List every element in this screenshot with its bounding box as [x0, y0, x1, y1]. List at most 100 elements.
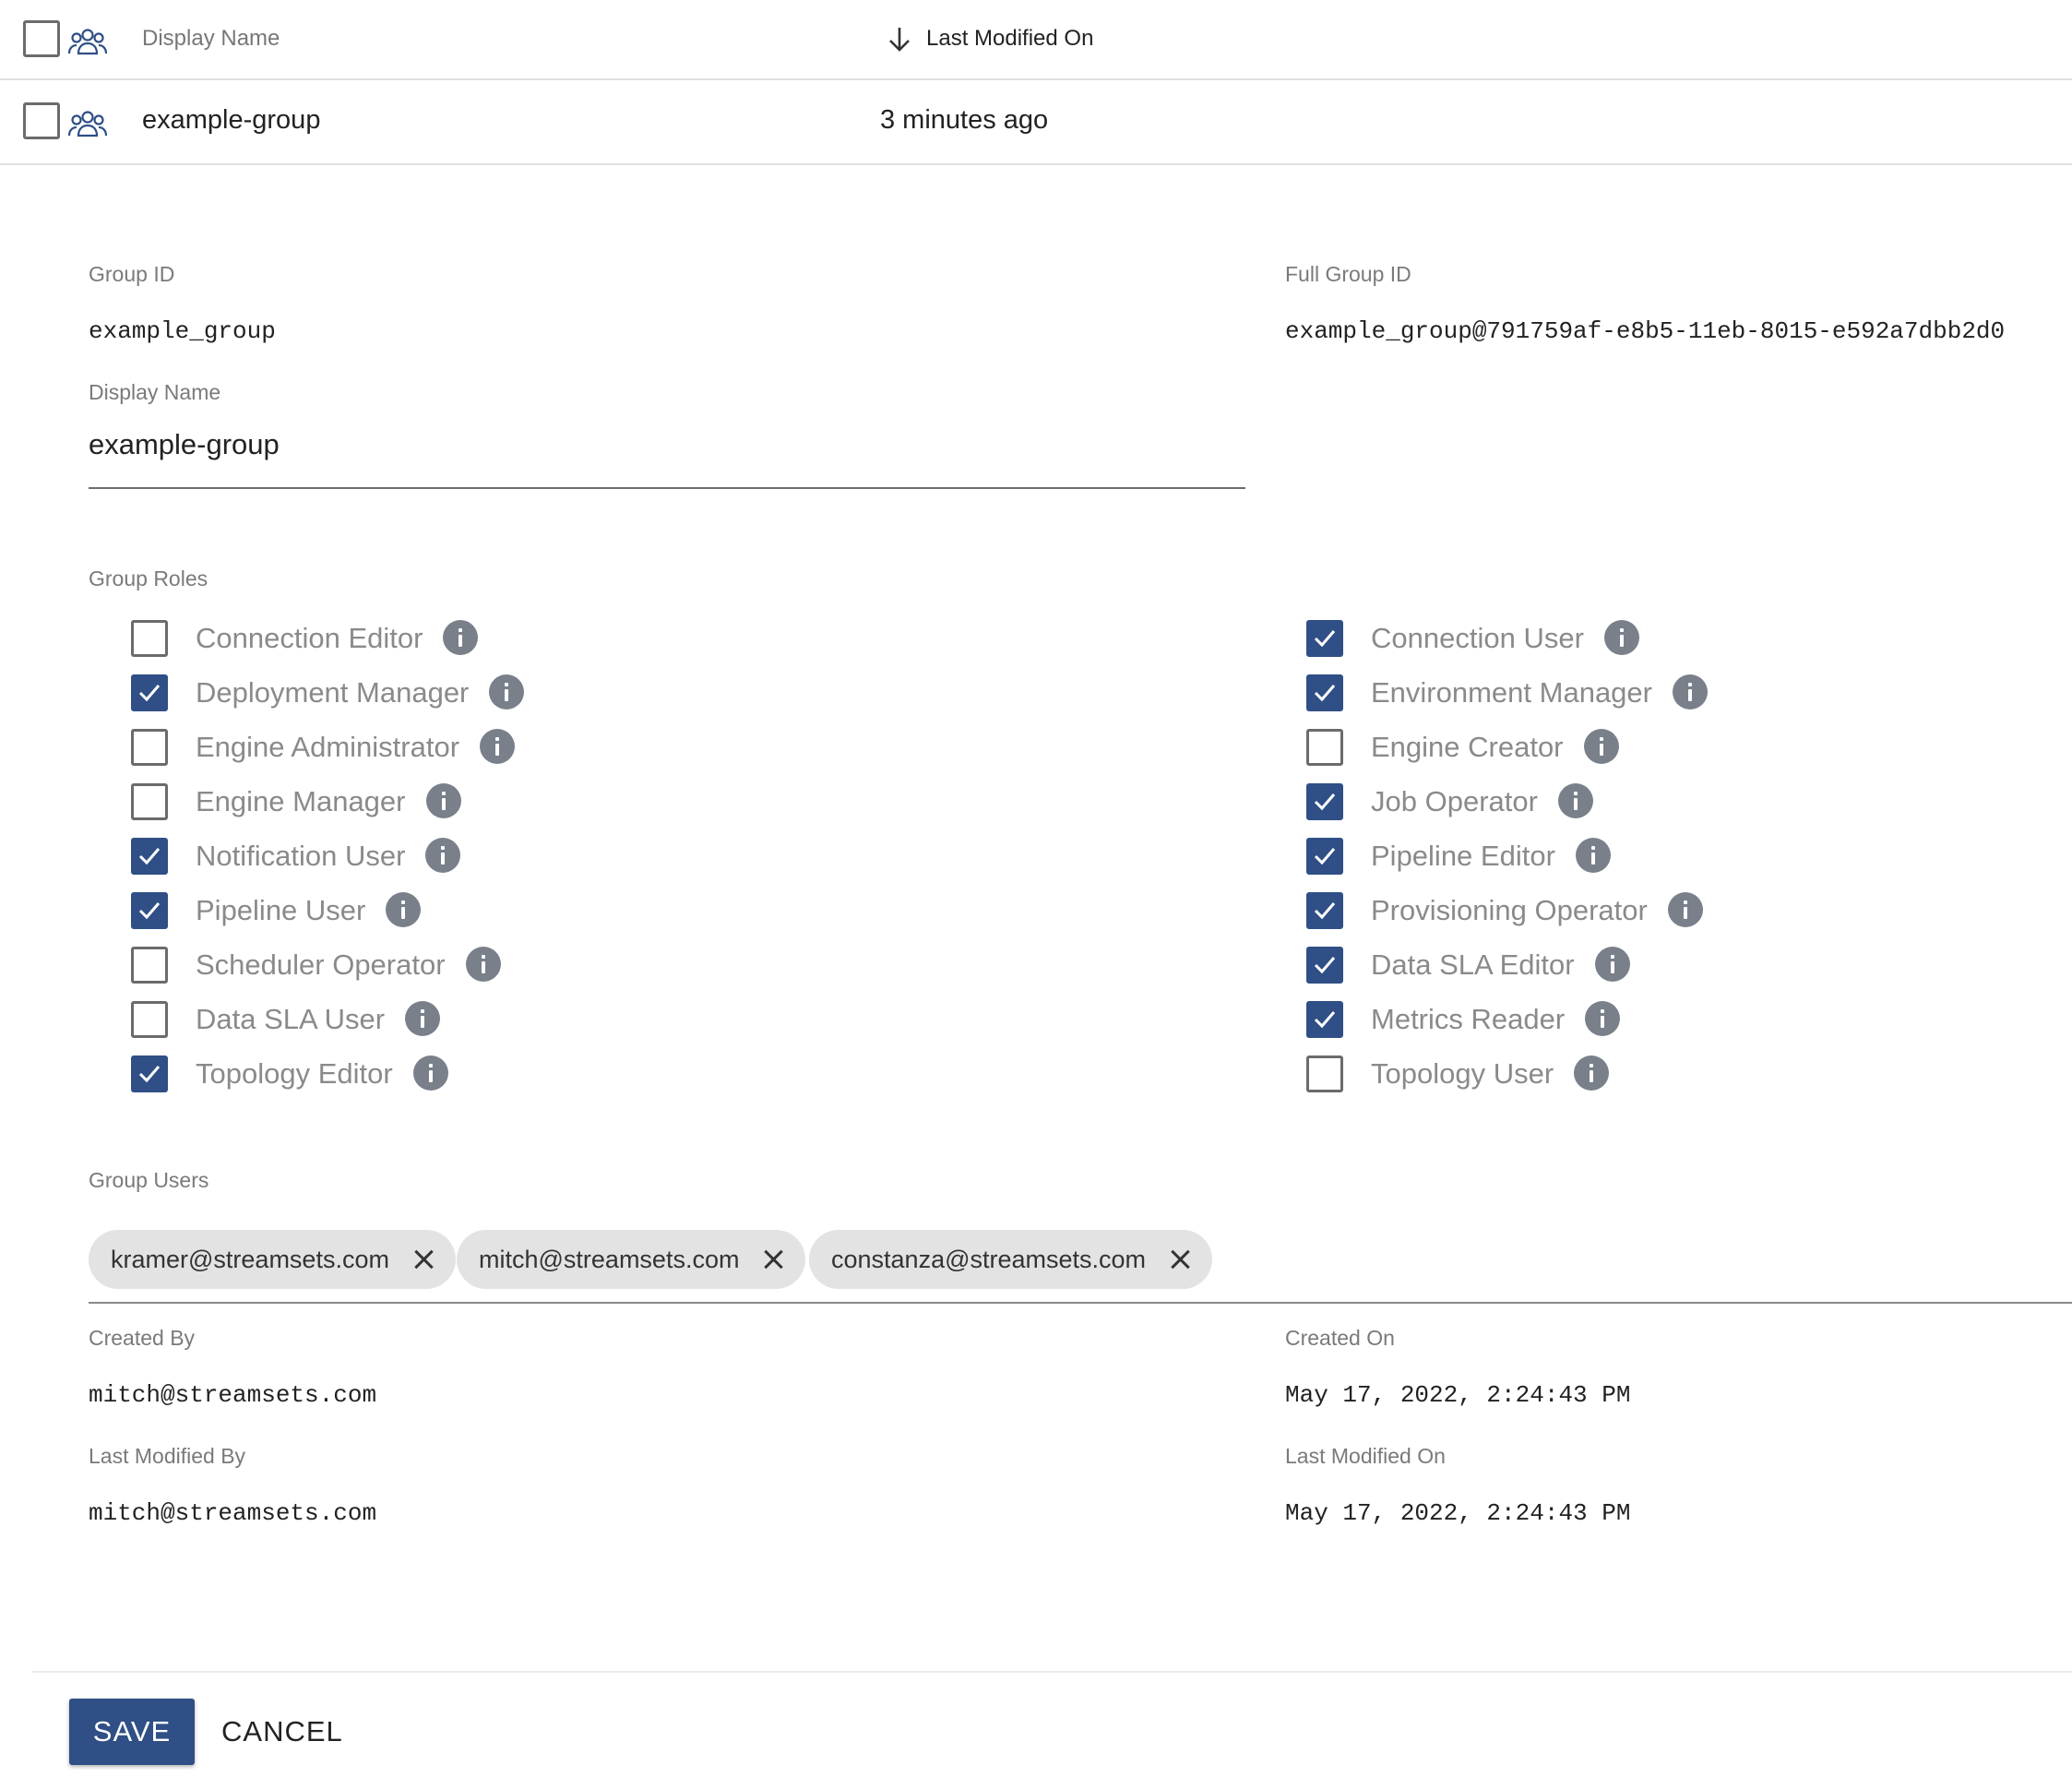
- role-label: Data SLA Editor: [1371, 946, 1630, 984]
- user-chip[interactable]: mitch@streamsets.com: [457, 1230, 806, 1289]
- arrow-down-icon[interactable]: [887, 26, 911, 54]
- save-button[interactable]: SAVE: [69, 1699, 195, 1765]
- role-label-text: Job Operator: [1371, 785, 1538, 817]
- close-icon[interactable]: [413, 1249, 434, 1270]
- group-users-input-underline[interactable]: [89, 1302, 2072, 1304]
- display-name-label: Display Name: [89, 380, 221, 404]
- role-checkbox[interactable]: [131, 729, 168, 766]
- info-icon[interactable]: [480, 728, 516, 764]
- role-checkbox[interactable]: [131, 1001, 168, 1038]
- role-label-text: Topology User: [1371, 1057, 1554, 1090]
- role-checkbox[interactable]: [1306, 892, 1343, 929]
- full-group-id-label: Full Group ID: [1285, 262, 1411, 286]
- user-chip-label: mitch@streamsets.com: [479, 1245, 740, 1273]
- role-checkbox[interactable]: [1306, 947, 1343, 984]
- role-label: Connection Editor: [196, 619, 479, 658]
- close-icon[interactable]: [763, 1249, 783, 1270]
- info-icon[interactable]: [1583, 728, 1619, 764]
- role-checkbox[interactable]: [131, 674, 168, 711]
- row-last-modified: 3 minutes ago: [880, 105, 1049, 135]
- last-modified-by-label: Last Modified By: [89, 1444, 246, 1468]
- role-label-text: Connection Editor: [196, 622, 423, 654]
- role-label-text: Data SLA User: [196, 1003, 386, 1035]
- role-label: Metrics Reader: [1371, 1000, 1621, 1039]
- info-icon[interactable]: [425, 782, 461, 818]
- created-by-label: Created By: [89, 1326, 196, 1350]
- row-display-name[interactable]: example-group: [142, 105, 320, 136]
- info-icon[interactable]: [489, 674, 525, 710]
- close-icon[interactable]: [1170, 1249, 1190, 1270]
- role-label-text: Topology Editor: [196, 1057, 393, 1090]
- role-label-text: Engine Manager: [196, 785, 406, 817]
- role-label: Job Operator: [1371, 782, 1593, 821]
- role-label: Pipeline Editor: [1371, 837, 1611, 876]
- info-icon[interactable]: [1667, 891, 1703, 927]
- role-label: Engine Manager: [196, 782, 461, 821]
- info-icon[interactable]: [1585, 1000, 1621, 1036]
- role-checkbox[interactable]: [1306, 838, 1343, 875]
- table-header: Display Name Last Modified On: [0, 0, 2072, 80]
- role-checkbox[interactable]: [1306, 674, 1343, 711]
- select-all-checkbox[interactable]: [23, 20, 60, 57]
- role-label: Engine Creator: [1371, 728, 1619, 767]
- role-label-text: Connection User: [1371, 622, 1584, 654]
- role-label-text: Scheduler Operator: [196, 948, 446, 981]
- last-modified-column-header[interactable]: Last Modified On: [926, 26, 1093, 52]
- role-checkbox[interactable]: [131, 1055, 168, 1092]
- info-icon[interactable]: [1603, 619, 1639, 655]
- last-modified-on-value: May 17, 2022, 2:24:43 PM: [1285, 1499, 1631, 1527]
- group-id-value: example_group: [89, 317, 276, 345]
- role-label: Data SLA User: [196, 1000, 441, 1039]
- role-checkbox[interactable]: [131, 947, 168, 984]
- group-id-label: Group ID: [89, 262, 175, 286]
- info-icon[interactable]: [1575, 837, 1611, 873]
- user-chip-label: constanza@streamsets.com: [831, 1245, 1147, 1273]
- role-checkbox[interactable]: [131, 838, 168, 875]
- info-icon[interactable]: [1557, 782, 1593, 818]
- role-checkbox[interactable]: [131, 783, 168, 820]
- table-row[interactable]: example-group 3 minutes ago: [0, 80, 2072, 165]
- created-on-value: May 17, 2022, 2:24:43 PM: [1285, 1381, 1631, 1409]
- role-checkbox[interactable]: [131, 892, 168, 929]
- created-by-value: mitch@streamsets.com: [89, 1381, 377, 1409]
- role-checkbox[interactable]: [131, 620, 168, 657]
- info-icon[interactable]: [412, 1055, 448, 1091]
- role-label: Topology Editor: [196, 1055, 448, 1093]
- role-checkbox[interactable]: [1306, 1001, 1343, 1038]
- row-checkbox[interactable]: [23, 102, 60, 139]
- role-label: Pipeline User: [196, 891, 422, 930]
- info-icon[interactable]: [1574, 1055, 1610, 1091]
- role-label-text: Pipeline Editor: [1371, 840, 1555, 872]
- role-label: Scheduler Operator: [196, 946, 501, 984]
- display-name-input-value: example-group: [89, 428, 280, 460]
- group-users-label: Group Users: [89, 1168, 209, 1192]
- role-label: Topology User: [1371, 1055, 1610, 1093]
- role-checkbox[interactable]: [1306, 783, 1343, 820]
- created-on-label: Created On: [1285, 1326, 1395, 1350]
- full-group-id-value: example_group@791759af-e8b5-11eb-8015-e5…: [1285, 317, 2006, 345]
- role-label-text: Environment Manager: [1371, 676, 1652, 709]
- role-label-text: Data SLA Editor: [1371, 948, 1575, 981]
- info-icon[interactable]: [386, 891, 422, 927]
- info-icon[interactable]: [405, 1000, 441, 1036]
- display-name-column-header[interactable]: Display Name: [142, 26, 280, 52]
- info-icon[interactable]: [1594, 946, 1630, 982]
- last-modified-on-label: Last Modified On: [1285, 1444, 1446, 1468]
- user-chip-label: kramer@streamsets.com: [111, 1245, 389, 1273]
- group-icon: [68, 111, 107, 137]
- info-icon[interactable]: [425, 837, 461, 873]
- role-label-text: Provisioning Operator: [1371, 894, 1648, 926]
- cancel-button[interactable]: CANCEL: [208, 1699, 356, 1765]
- info-icon[interactable]: [443, 619, 479, 655]
- display-name-input[interactable]: example-group: [89, 424, 1245, 489]
- role-label: Connection User: [1371, 619, 1639, 658]
- role-checkbox[interactable]: [1306, 729, 1343, 766]
- info-icon[interactable]: [465, 946, 501, 982]
- role-label-text: Engine Administrator: [196, 731, 460, 763]
- info-icon[interactable]: [1673, 674, 1708, 710]
- user-chip[interactable]: kramer@streamsets.com: [89, 1230, 456, 1289]
- role-checkbox[interactable]: [1306, 1055, 1343, 1092]
- role-checkbox[interactable]: [1306, 620, 1343, 657]
- user-chip[interactable]: constanza@streamsets.com: [809, 1230, 1213, 1289]
- group-roles-label: Group Roles: [89, 566, 208, 590]
